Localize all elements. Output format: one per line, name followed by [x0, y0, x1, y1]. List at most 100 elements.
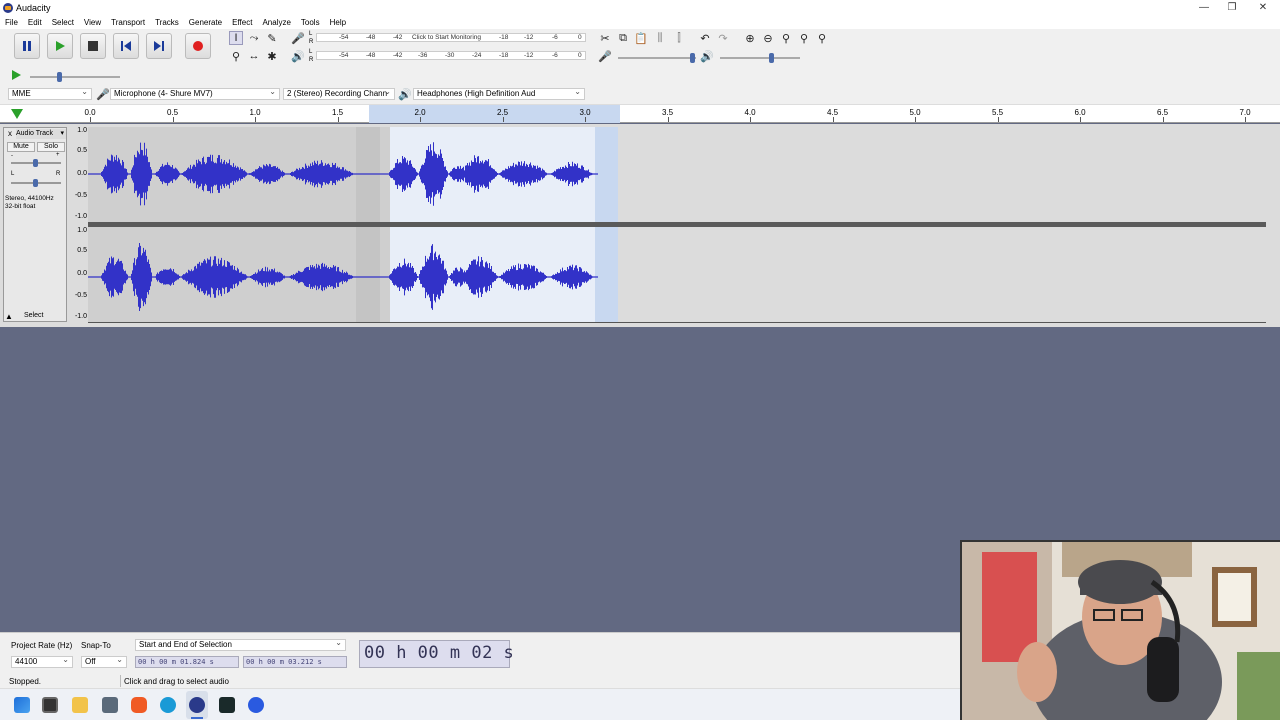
close-icon[interactable]: ✕: [1249, 1, 1277, 15]
solo-button[interactable]: Solo: [37, 142, 65, 152]
track-close-button[interactable]: x: [5, 129, 15, 139]
window-title: Audacity: [16, 3, 51, 13]
play-speed-thumb[interactable]: [57, 72, 62, 82]
playback-volume-thumb[interactable]: [769, 53, 774, 63]
menu-view[interactable]: View: [79, 16, 106, 29]
audacity-logo-icon: [3, 3, 13, 13]
timeline-ruler[interactable]: 0.0 0.5 1.0 1.5 2.0 2.5 3.0 3.5 4.0 4.5 5.0 5.5 6.0 6…: [0, 105, 1280, 123]
track-format-info: Stereo, 44100Hz: [5, 195, 54, 202]
menu-generate[interactable]: Generate: [184, 16, 227, 29]
record-scale-4: -18: [499, 34, 509, 41]
selection-mode-select[interactable]: Start and End of Selection: [135, 639, 346, 651]
play-speed-slider[interactable]: [30, 72, 120, 82]
copy-icon[interactable]: ⧉: [616, 31, 630, 45]
webcam-image: [962, 542, 1280, 720]
gain-slider-thumb[interactable]: [33, 159, 38, 167]
brave-browser-icon[interactable]: [131, 697, 147, 713]
draw-tool-icon[interactable]: ✎: [265, 31, 279, 45]
speaker-icon[interactable]: 🔊: [291, 49, 305, 63]
menu-edit[interactable]: Edit: [23, 16, 47, 29]
calculator-icon[interactable]: [102, 697, 118, 713]
playback-device-select[interactable]: Headphones (High Definition Aud: [413, 88, 585, 100]
toolbar-area: I ⤳ ✎ ⚲ ↔ ✱ 🎤 🔊 L R L R -54 -48 -42 Clic…: [0, 29, 1280, 105]
vscale-r1: 1.0: [77, 227, 87, 234]
zoom-toggle-icon[interactable]: ⚲: [815, 31, 829, 45]
pan-slider-thumb[interactable]: [33, 179, 38, 187]
menu-analyze[interactable]: Analyze: [257, 16, 295, 29]
pause-button[interactable]: [14, 33, 40, 59]
menu-tracks[interactable]: Tracks: [150, 16, 184, 29]
project-rate-select[interactable]: 44100: [11, 656, 73, 668]
play-at-speed-button[interactable]: [10, 69, 22, 83]
playback-volume-icon: 🔊: [700, 50, 714, 63]
terminal-icon[interactable]: [219, 697, 235, 713]
play-button[interactable]: [47, 33, 73, 59]
menu-tools[interactable]: Tools: [296, 16, 325, 29]
recording-channels-select[interactable]: 2 (Stereo) Recording Chann: [283, 88, 395, 100]
skip-to-start-button[interactable]: [113, 33, 139, 59]
zoom-out-icon[interactable]: ⊖: [761, 31, 775, 45]
selection-tool-icon[interactable]: I: [229, 31, 243, 45]
track-area[interactable]: x Audio Track ▾ Mute Solo - + L R Stereo…: [0, 124, 1280, 327]
cut-icon[interactable]: ✂: [598, 31, 612, 45]
recording-volume-thumb[interactable]: [690, 53, 695, 63]
waveform-display[interactable]: [88, 127, 1266, 323]
selection-start-time[interactable]: 00 h 00 m 01.824 s: [135, 656, 239, 668]
record-meter[interactable]: -54 -48 -42 Click to Start Monitoring -1…: [316, 33, 586, 42]
menu-file[interactable]: File: [0, 16, 23, 29]
skype-icon[interactable]: [160, 697, 176, 713]
timeline-tick-label: 0.5: [166, 108, 179, 117]
playback-meter[interactable]: -54 -48 -42 -36 -30 -24 -18 -12 -6 0: [316, 51, 586, 60]
time-shift-tool-icon[interactable]: ↔: [247, 49, 261, 63]
audio-host-select[interactable]: MME: [8, 88, 92, 100]
timeline-options-icon[interactable]: [10, 108, 24, 120]
microphone-icon[interactable]: 🎤: [291, 31, 305, 45]
record-button[interactable]: [185, 33, 211, 59]
undo-icon[interactable]: ↶: [698, 31, 712, 45]
timeline-tick-label: 4.0: [744, 108, 756, 117]
audio-clip-2: [380, 227, 390, 323]
track-menu-arrow-icon: ▾: [60, 130, 64, 137]
playback-volume-slider[interactable]: [720, 53, 800, 63]
timeline-tick-mark: [255, 117, 256, 122]
redo-icon[interactable]: ↷: [716, 31, 730, 45]
click-to-start-monitoring[interactable]: Click to Start Monitoring: [412, 34, 481, 41]
skip-to-end-button[interactable]: [146, 33, 172, 59]
stop-button[interactable]: [80, 33, 106, 59]
select-track-button[interactable]: Select: [24, 312, 43, 319]
audacity-taskbar-icon[interactable]: [189, 697, 205, 713]
snap-to-select[interactable]: Off: [81, 656, 127, 668]
app-icon[interactable]: [248, 697, 264, 713]
mute-button[interactable]: Mute: [7, 142, 35, 152]
multi-tool-icon[interactable]: ✱: [265, 49, 279, 63]
task-view-icon[interactable]: [42, 697, 58, 713]
recording-device-select[interactable]: Microphone (4- Shure MV7): [110, 88, 280, 100]
recording-volume-slider[interactable]: [618, 53, 696, 63]
pan-slider[interactable]: [11, 179, 61, 187]
menu-help[interactable]: Help: [325, 16, 351, 29]
selection-end-time[interactable]: 00 h 00 m 03.212 s: [243, 656, 347, 668]
fit-project-icon[interactable]: ⚲: [797, 31, 811, 45]
timeline-tick-mark: [915, 117, 916, 122]
file-explorer-icon[interactable]: [72, 697, 88, 713]
paste-icon[interactable]: 📋: [634, 31, 648, 45]
zoom-tool-icon[interactable]: ⚲: [229, 49, 243, 63]
fit-selection-icon[interactable]: ⚲: [779, 31, 793, 45]
menu-effect[interactable]: Effect: [227, 16, 257, 29]
trim-audio-icon[interactable]: ⫼: [653, 31, 667, 45]
windows-start-icon[interactable]: [14, 697, 30, 713]
playback-device-icon: 🔊: [398, 88, 412, 101]
envelope-tool-icon[interactable]: ⤳: [247, 31, 261, 45]
minimize-icon[interactable]: —: [1190, 1, 1218, 15]
gain-slider[interactable]: [11, 159, 61, 167]
menu-select[interactable]: Select: [47, 16, 79, 29]
menu-transport[interactable]: Transport: [106, 16, 150, 29]
collapse-track-icon[interactable]: ▲: [5, 312, 13, 321]
title-bar: Audacity — ❐ ✕: [0, 0, 1280, 16]
vscale-r2: 0.5: [77, 247, 87, 254]
audio-position-display[interactable]: 00 h 00 m 02 s: [359, 640, 514, 668]
silence-audio-icon[interactable]: ⫿: [672, 31, 686, 45]
zoom-in-icon[interactable]: ⊕: [743, 31, 757, 45]
track-name-menu[interactable]: Audio Track ▾: [16, 129, 66, 139]
restore-icon[interactable]: ❐: [1218, 1, 1246, 15]
